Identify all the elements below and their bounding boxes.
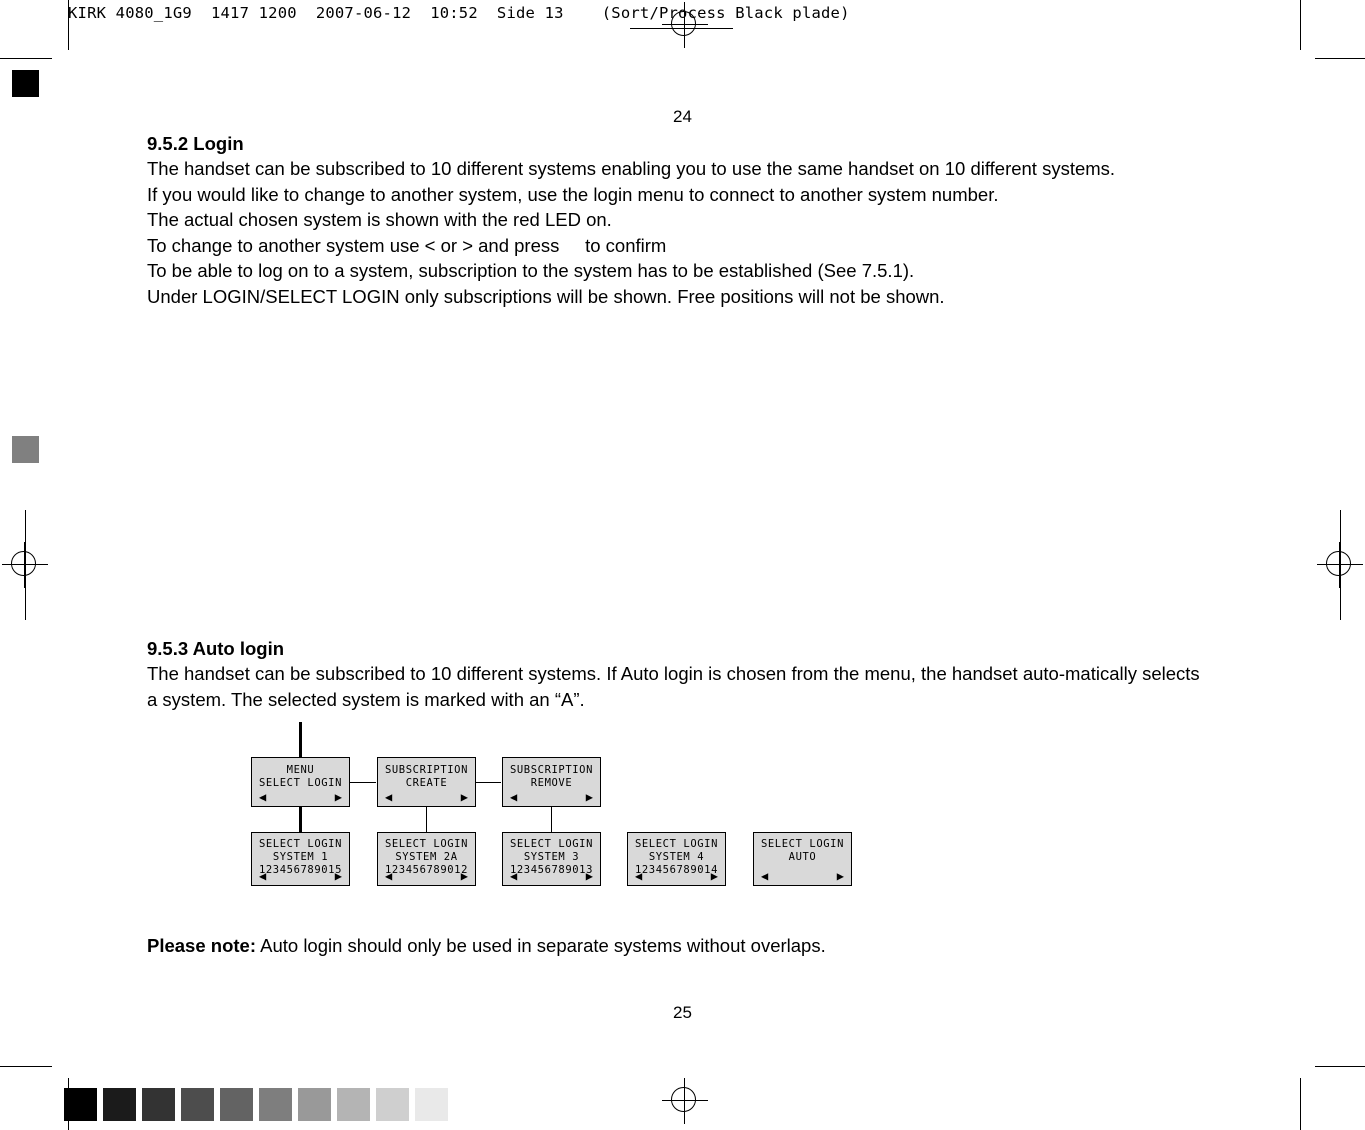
connector-col-3-down xyxy=(551,806,552,833)
section-9-5-3-line-0: The handset can be subscribed to 10 diff… xyxy=(147,663,1205,710)
arrow-right-icon[interactable]: ▶ xyxy=(335,791,342,803)
lcd-line-3: 123456789012 xyxy=(384,864,469,876)
connector-col-2-down xyxy=(426,806,427,833)
section-9-5-2-line-3: To change to another system use < or > a… xyxy=(147,234,667,256)
lcd-select-login-auto[interactable]: SELECT LOGIN AUTO ◀ ▶ xyxy=(753,832,852,886)
lcd-line-2: AUTO xyxy=(788,851,817,863)
page-number-top: 24 xyxy=(673,107,692,126)
lcd-line-3: 123456789014 xyxy=(634,864,719,876)
section-9-5-2-line-4: To be able to log on to a system, subscr… xyxy=(147,260,915,281)
lcd-line-1: SELECT LOGIN xyxy=(509,838,594,850)
density-swatch-2 xyxy=(142,1088,175,1121)
please-note-line: Please note: Auto login should only be u… xyxy=(147,935,826,957)
lcd-subscription-remove[interactable]: SUBSCRIPTION REMOVE ◀ ▶ xyxy=(502,757,601,807)
grayscale-density-bar xyxy=(64,1088,448,1121)
section-9-5-2: 9.5.2 Login The handset can be subscribe… xyxy=(147,131,1207,309)
lcd-line-1: SUBSCRIPTION xyxy=(509,764,594,776)
density-swatch-0 xyxy=(64,1088,97,1121)
crop-line-bottom-left-h xyxy=(0,1066,52,1067)
please-note-text: Auto login should only be used in separa… xyxy=(256,935,826,956)
crop-line-bottom-right xyxy=(1300,1078,1301,1130)
plate-header-underline xyxy=(630,28,733,29)
density-swatch-7 xyxy=(337,1088,370,1121)
lcd-line-1: SELECT LOGIN xyxy=(258,838,343,850)
section-9-5-2-line-1: If you would like to change to another s… xyxy=(147,183,999,205)
crop-line-top-right xyxy=(1300,0,1301,50)
registration-square-middle xyxy=(12,436,39,463)
density-swatch-8 xyxy=(376,1088,409,1121)
density-swatch-6 xyxy=(298,1088,331,1121)
arrow-left-icon[interactable]: ◀ xyxy=(635,870,642,882)
section-9-5-2-heading: 9.5.2 Login xyxy=(147,133,244,154)
lcd-line-1: SELECT LOGIN xyxy=(634,838,719,850)
arrow-right-icon[interactable]: ▶ xyxy=(335,870,342,882)
arrow-right-icon[interactable]: ▶ xyxy=(461,870,468,882)
lcd-line-2: SYSTEM 4 xyxy=(648,851,705,863)
lcd-line-2: SELECT LOGIN xyxy=(258,777,343,789)
lcd-line-2: REMOVE xyxy=(530,777,573,789)
crop-line-top-right-h xyxy=(1315,58,1365,59)
page-number-bottom: 25 xyxy=(673,1003,692,1022)
lcd-menu-select-login[interactable]: MENU SELECT LOGIN ◀ ▶ xyxy=(251,757,350,807)
section-9-5-2-line-5: Under LOGIN/SELECT LOGIN only subscripti… xyxy=(147,285,945,307)
arrow-left-icon[interactable]: ◀ xyxy=(259,870,266,882)
density-swatch-1 xyxy=(103,1088,136,1121)
lcd-subscription-create[interactable]: SUBSCRIPTION CREATE ◀ ▶ xyxy=(377,757,476,807)
density-swatch-4 xyxy=(220,1088,253,1121)
lcd-line-2: SYSTEM 1 xyxy=(272,851,329,863)
lcd-line-1: SUBSCRIPTION xyxy=(384,764,469,776)
arrow-right-icon[interactable]: ▶ xyxy=(711,870,718,882)
lcd-line-2: CREATE xyxy=(405,777,448,789)
arrow-left-icon[interactable]: ◀ xyxy=(510,870,517,882)
arrow-right-icon[interactable]: ▶ xyxy=(837,870,844,882)
lcd-line-2: SYSTEM 2A xyxy=(395,851,458,863)
lcd-line-1: SELECT LOGIN xyxy=(384,838,469,850)
lcd-line-2: SYSTEM 3 xyxy=(523,851,580,863)
section-9-5-2-line-2: The actual chosen system is shown with t… xyxy=(147,209,612,230)
lcd-line-1: SELECT LOGIN xyxy=(760,838,845,850)
lcd-select-login-system-3[interactable]: SELECT LOGIN SYSTEM 3 123456789013 ◀ ▶ xyxy=(502,832,601,886)
crop-line-top-left-h xyxy=(0,58,52,59)
arrow-left-icon[interactable]: ◀ xyxy=(385,791,392,803)
density-swatch-3 xyxy=(181,1088,214,1121)
please-note-label: Please note: xyxy=(147,935,256,956)
connector-col-1-down xyxy=(299,806,302,833)
lcd-line-1: MENU xyxy=(286,764,315,776)
density-swatch-5 xyxy=(259,1088,292,1121)
registration-mark-bottom xyxy=(662,1078,708,1124)
lcd-select-login-system-1[interactable]: SELECT LOGIN SYSTEM 1 123456789015 ◀ ▶ xyxy=(251,832,350,886)
connector-top-1-2 xyxy=(350,782,376,783)
lcd-line-3: 123456789013 xyxy=(509,864,594,876)
arrow-left-icon[interactable]: ◀ xyxy=(385,870,392,882)
arrow-right-icon[interactable]: ▶ xyxy=(586,791,593,803)
section-9-5-2-line-0: The handset can be subscribed to 10 diff… xyxy=(147,158,1116,179)
arrow-left-icon[interactable]: ◀ xyxy=(761,870,768,882)
lcd-select-login-system-2a[interactable]: SELECT LOGIN SYSTEM 2A 123456789012 ◀ ▶ xyxy=(377,832,476,886)
crop-line-bottom-right-h xyxy=(1315,1066,1365,1067)
plate-header-text: KIRK 4080_1G9 1417 1200 2007-06-12 10:52… xyxy=(68,4,850,22)
connector-top-2-3 xyxy=(476,782,501,783)
arrow-right-icon[interactable]: ▶ xyxy=(461,791,468,803)
registration-square-top xyxy=(12,70,39,97)
connector-top-stub xyxy=(299,722,302,758)
lcd-select-login-system-4[interactable]: SELECT LOGIN SYSTEM 4 123456789014 ◀ ▶ xyxy=(627,832,726,886)
arrow-right-icon[interactable]: ▶ xyxy=(586,870,593,882)
arrow-left-icon[interactable]: ◀ xyxy=(259,791,266,803)
arrow-left-icon[interactable]: ◀ xyxy=(510,791,517,803)
registration-mark-left xyxy=(2,542,48,588)
density-swatch-9 xyxy=(415,1088,448,1121)
lcd-line-3: 123456789015 xyxy=(258,864,343,876)
section-9-5-3-heading: 9.5.3 Auto login xyxy=(147,638,285,659)
registration-mark-right xyxy=(1317,542,1363,588)
section-9-5-3: 9.5.3 Auto login The handset can be subs… xyxy=(147,636,1207,712)
